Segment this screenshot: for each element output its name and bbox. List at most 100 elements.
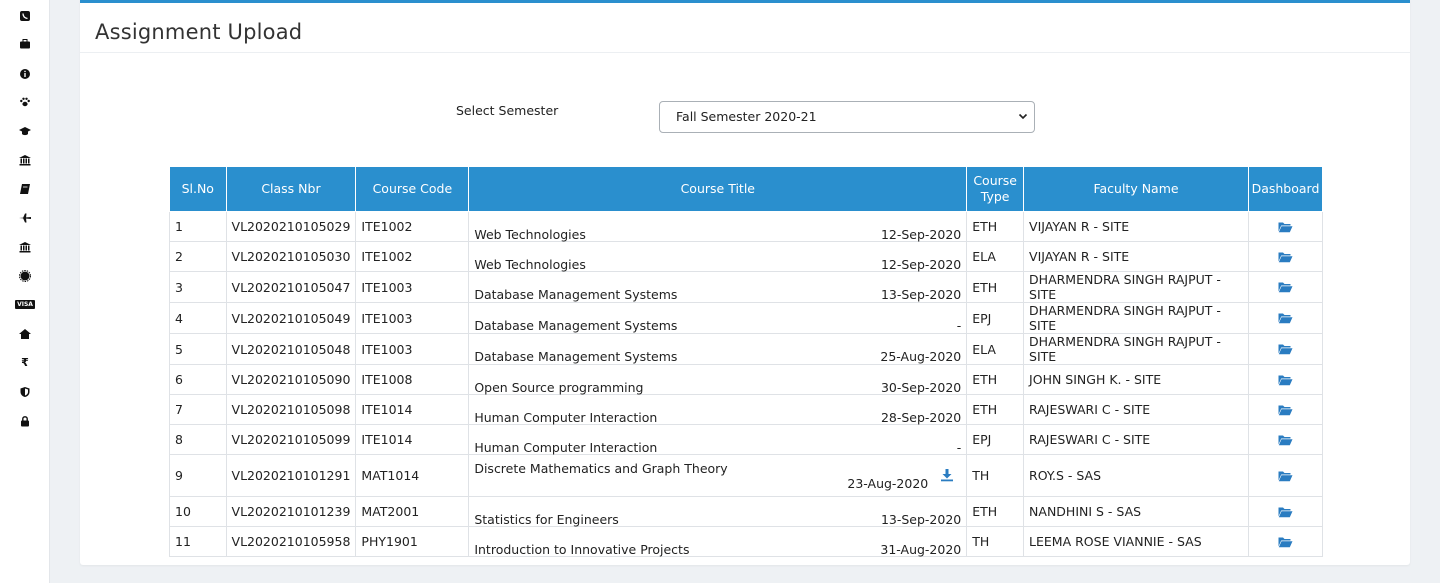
cell-dashboard — [1248, 496, 1323, 527]
info-icon[interactable] — [17, 66, 33, 82]
assignment-upload-card: Assignment Upload Select Semester Fall S… — [80, 0, 1410, 565]
cell-course-title: Introduction to Innovative Projects 31-Au… — [468, 526, 968, 557]
cell-course-type: ETH — [966, 394, 1025, 425]
cell-class-nbr: VL2020210105099 — [225, 424, 357, 455]
certificate-icon[interactable] — [17, 268, 33, 284]
folder-open-icon[interactable] — [1278, 281, 1293, 293]
cell-dashboard — [1248, 394, 1323, 425]
header-course-code: Course Code — [355, 166, 470, 212]
bank-icon[interactable] — [17, 239, 33, 255]
cell-class-nbr: VL2020210105029 — [225, 211, 357, 242]
cell-course-type: ETH — [966, 496, 1025, 527]
briefcase-icon[interactable] — [17, 36, 33, 52]
cell-course-type: ETH — [966, 271, 1025, 303]
cell-course-code: ITE1002 — [355, 241, 470, 272]
cell-faculty-name: VIJAYAN R - SITE — [1023, 211, 1249, 242]
paw-icon[interactable] — [17, 94, 33, 110]
folder-open-icon[interactable] — [1278, 343, 1293, 355]
folder-open-icon[interactable] — [1278, 506, 1293, 518]
lock-icon[interactable] — [17, 413, 33, 429]
cell-dashboard — [1248, 271, 1323, 303]
due-date: 12-Sep-2020 — [880, 256, 962, 272]
cell-course-title: Database Management Systems - — [468, 302, 968, 334]
due-date: 28-Sep-2020 — [880, 409, 962, 425]
cell-course-code: MAT2001 — [355, 496, 470, 527]
rupee-icon[interactable]: ₹ — [17, 355, 33, 371]
cell-sl-no: 1 — [169, 211, 227, 242]
cell-course-code: ITE1014 — [355, 424, 470, 455]
course-title-text: Database Management Systems — [474, 287, 678, 302]
course-title-text: Human Computer Interaction — [474, 439, 658, 455]
folder-open-icon[interactable] — [1278, 404, 1293, 416]
cell-dashboard — [1248, 211, 1323, 242]
cell-sl-no: 7 — [169, 394, 227, 425]
cell-course-code: ITE1003 — [355, 302, 470, 334]
cell-dashboard — [1248, 241, 1323, 272]
folder-open-icon[interactable] — [1278, 470, 1293, 482]
shield-icon[interactable] — [17, 384, 33, 400]
folder-open-icon[interactable] — [1278, 221, 1293, 233]
visa-icon[interactable]: VISA — [15, 297, 35, 313]
table-row: 7 VL2020210105098 ITE1014 Human Computer In… — [169, 394, 1323, 425]
cell-course-title: Discrete Mathematics and Graph Theory 23-… — [468, 454, 968, 497]
semester-selected-value: Fall Semester 2020-21 — [676, 109, 817, 124]
table-row: 4 VL2020210105049 ITE1003 Database Manageme… — [169, 302, 1323, 334]
table-row: 2 VL2020210105030 ITE1002 Web Technologies 1… — [169, 241, 1323, 272]
sidebar: VISA ₹ — [0, 0, 50, 583]
folder-open-icon[interactable] — [1278, 251, 1293, 263]
table-body: 1 VL2020210105029 ITE1002 Web Technologies 1… — [169, 211, 1323, 557]
due-date: 31-Aug-2020 — [880, 541, 962, 557]
page-title: Assignment Upload — [95, 20, 303, 44]
cell-faculty-name: NANDHINI S - SAS — [1023, 496, 1249, 527]
course-title-text: Human Computer Interaction — [474, 409, 658, 425]
cell-class-nbr: VL2020210101239 — [225, 496, 357, 527]
cell-course-title: Statistics for Engineers 13-Sep-2020 — [468, 496, 968, 527]
cell-class-nbr: VL2020210105098 — [225, 394, 357, 425]
semester-select[interactable]: Fall Semester 2020-21 — [659, 101, 1035, 133]
semester-label: Select Semester — [456, 103, 559, 118]
phone-icon[interactable] — [17, 8, 33, 24]
cell-class-nbr: VL2020210105049 — [225, 302, 357, 334]
cell-faculty-name: ROY.S - SAS — [1023, 454, 1249, 497]
cell-course-title: Open Source programming 30-Sep-2020 — [468, 364, 968, 395]
cell-faculty-name: DHARMENDRA SINGH RAJPUT - SITE — [1023, 302, 1249, 334]
cell-course-type: TH — [966, 526, 1025, 557]
table-row: 8 VL2020210105099 ITE1014 Human Computer In… — [169, 424, 1323, 455]
cell-sl-no: 10 — [169, 496, 227, 527]
folder-open-icon[interactable] — [1278, 536, 1293, 548]
cell-course-type: ETH — [966, 211, 1025, 242]
cell-course-code: ITE1008 — [355, 364, 470, 395]
cell-sl-no: 11 — [169, 526, 227, 557]
cell-course-code: ITE1014 — [355, 394, 470, 425]
course-title-text: Database Management Systems — [474, 318, 678, 333]
cell-dashboard — [1248, 526, 1323, 557]
cell-faculty-name: VIJAYAN R - SITE — [1023, 241, 1249, 272]
folder-open-icon[interactable] — [1278, 374, 1293, 386]
cell-course-code: ITE1002 — [355, 211, 470, 242]
folder-open-icon[interactable] — [1278, 312, 1293, 324]
cell-dashboard — [1248, 454, 1323, 497]
book-icon[interactable] — [17, 181, 33, 197]
plane-icon[interactable] — [17, 210, 33, 226]
graduation-cap-icon[interactable] — [17, 123, 33, 139]
table-row: 6 VL2020210105090 ITE1008 Open Source progr… — [169, 364, 1323, 395]
cell-dashboard — [1248, 424, 1323, 455]
cell-sl-no: 3 — [169, 271, 227, 303]
cell-class-nbr: VL2020210105030 — [225, 241, 357, 272]
home-icon[interactable] — [17, 326, 33, 342]
institution-icon[interactable] — [17, 152, 33, 168]
chevron-down-icon — [1018, 113, 1028, 120]
course-title-text: Web Technologies — [474, 256, 586, 272]
cell-faculty-name: RAJESWARI C - SITE — [1023, 424, 1249, 455]
cell-class-nbr: VL2020210105047 — [225, 271, 357, 303]
table-row: 5 VL2020210105048 ITE1003 Database Manageme… — [169, 333, 1323, 365]
assignment-table: Sl.No Class Nbr Course Code Course Title… — [169, 166, 1323, 557]
cell-course-title: Web Technologies 12-Sep-2020 — [468, 241, 968, 272]
table-row: 3 VL2020210105047 ITE1003 Database Manageme… — [169, 271, 1323, 303]
folder-open-icon[interactable] — [1278, 434, 1293, 446]
cell-course-title: Human Computer Interaction 28-Sep-2020 — [468, 394, 968, 425]
due-date: 13-Sep-2020 — [880, 287, 962, 302]
cell-course-title: Web Technologies 12-Sep-2020 — [468, 211, 968, 242]
due-date: - — [956, 318, 962, 333]
download-icon[interactable] — [940, 468, 954, 482]
